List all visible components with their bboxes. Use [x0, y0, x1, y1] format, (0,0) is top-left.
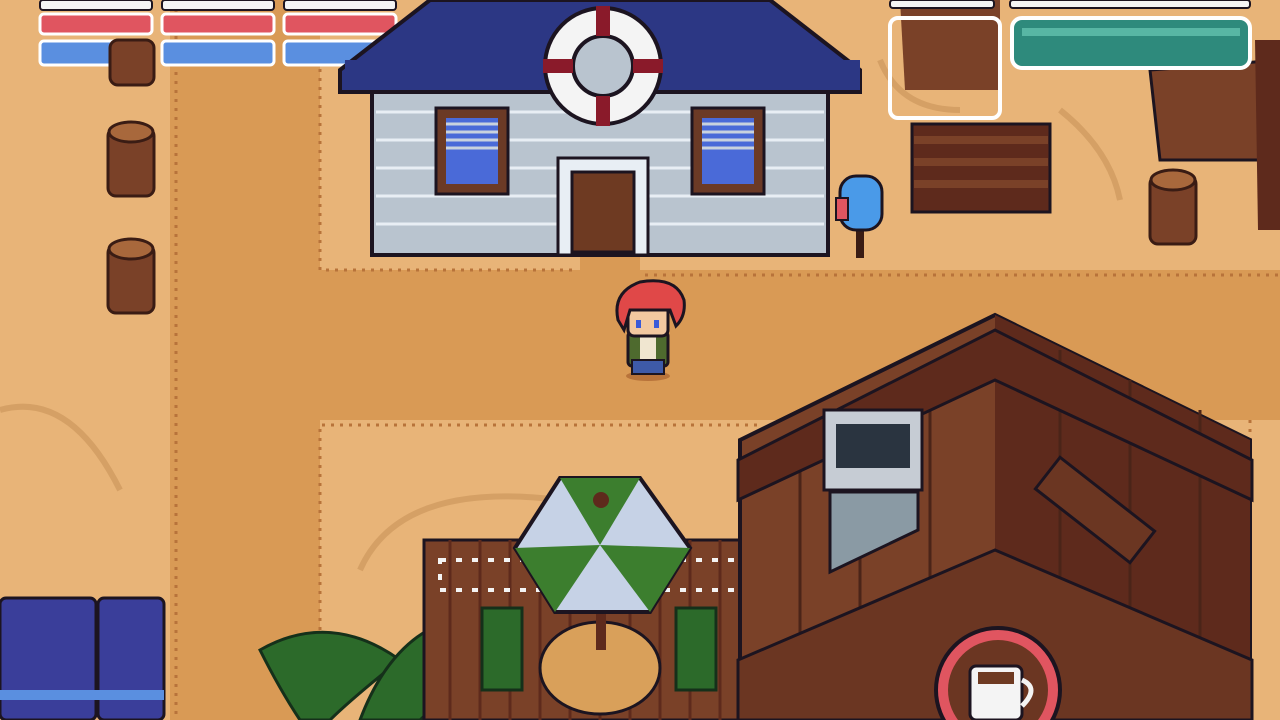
blue-fence: [0, 596, 166, 720]
lifeguard-house[interactable]: [338, 0, 862, 257]
game-world: [0, 0, 1280, 720]
stamina-meter: [1010, 16, 1252, 70]
wooden-crate: [910, 122, 1052, 214]
party-hud: [38, 0, 398, 67]
house-door: [570, 170, 636, 254]
cafe-chair: [480, 606, 524, 692]
cafe-chair: [674, 606, 718, 692]
game-viewport[interactable]: [0, 0, 1280, 720]
lifebuoy-icon: [543, 6, 663, 126]
party-member-2-bars: [160, 0, 276, 67]
